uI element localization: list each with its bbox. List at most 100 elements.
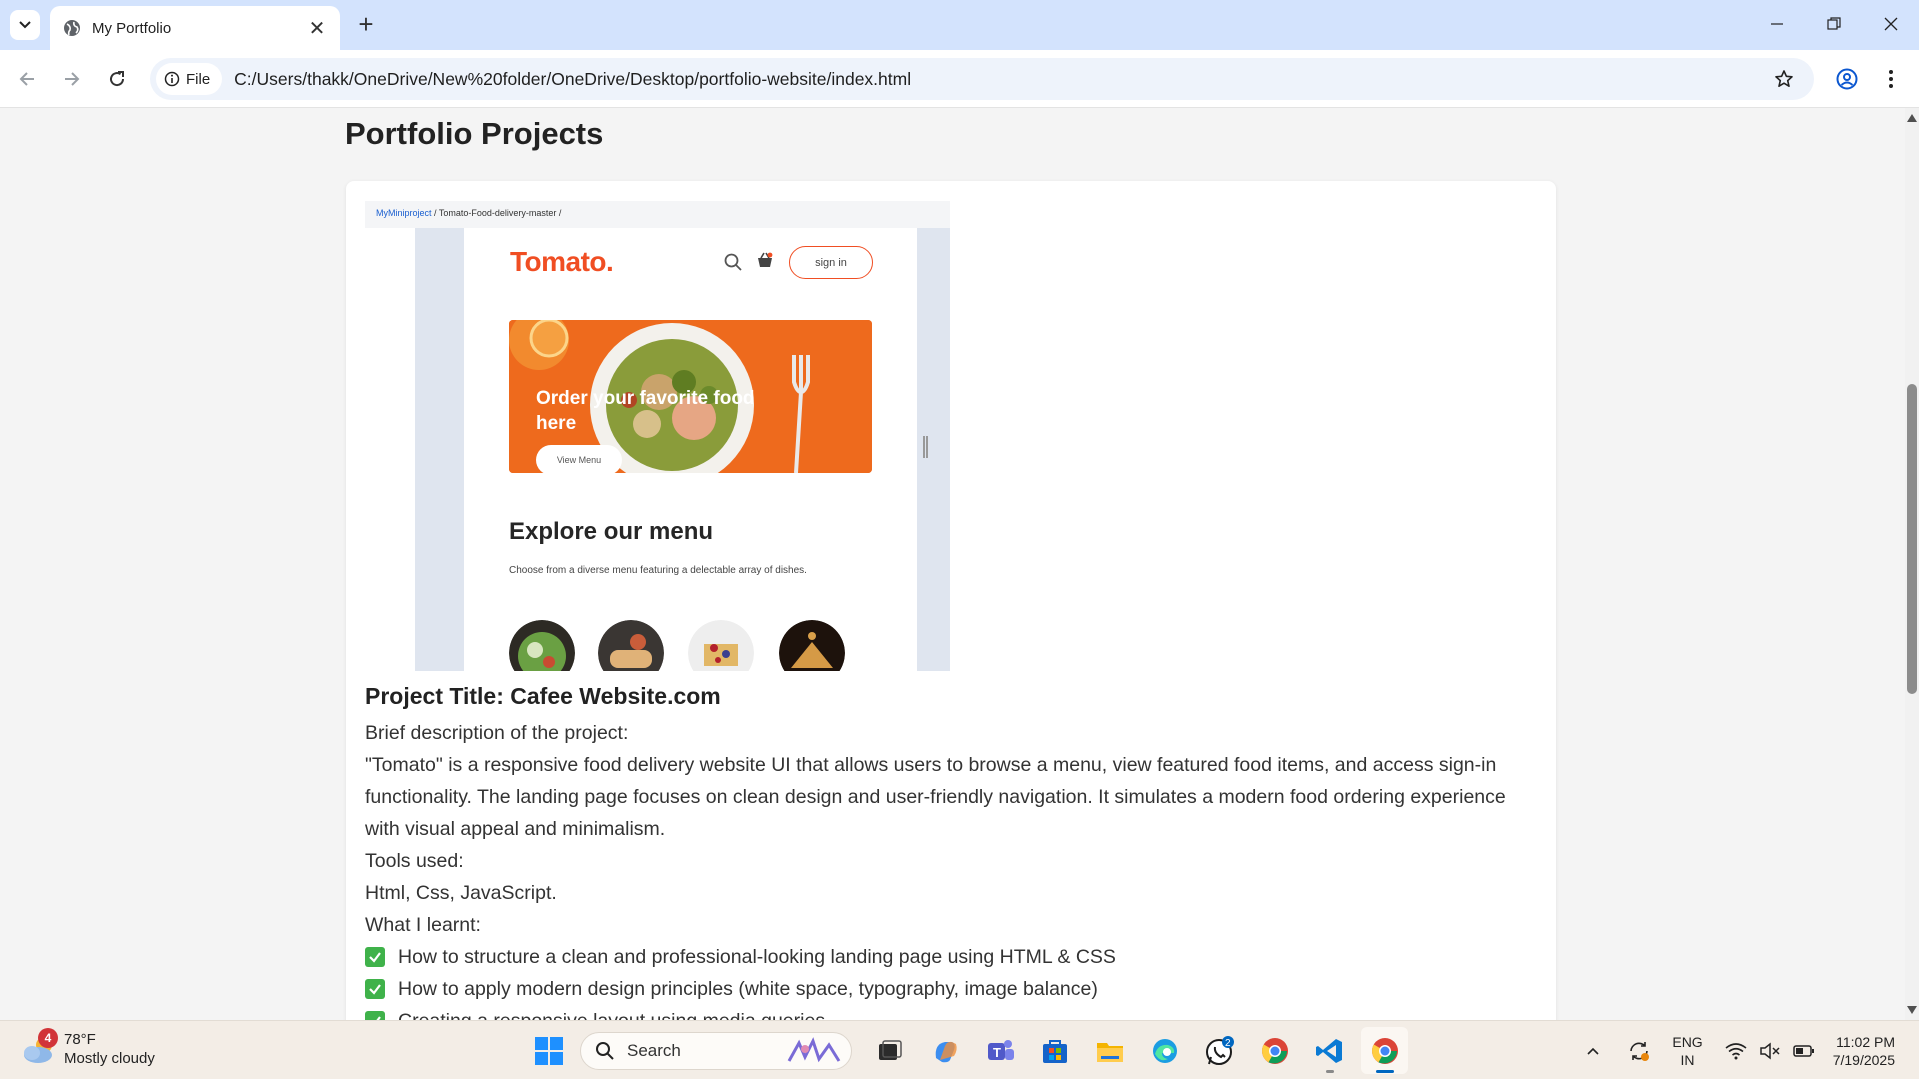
learnt-item: Creating a responsive layout using media… <box>365 1005 1545 1020</box>
rolls-image <box>598 620 664 671</box>
learnt-item-text: Creating a responsive layout using media… <box>398 1005 825 1020</box>
chrome-active-app[interactable] <box>1361 1027 1408 1074</box>
screenshot-page: Tomato. sign in Order your favorite food… <box>464 228 917 671</box>
breadcrumb-separator: / <box>431 208 439 218</box>
reload-icon <box>110 71 125 87</box>
copilot-app[interactable] <box>921 1027 968 1074</box>
temperature: 78°F <box>64 1031 96 1048</box>
restore-button[interactable] <box>1805 0 1862 48</box>
battery-icon <box>1792 1044 1814 1057</box>
whatsapp-badge: 2 <box>1225 1038 1231 1049</box>
task-view-button[interactable] <box>866 1027 913 1074</box>
teams-app[interactable]: T <box>976 1027 1023 1074</box>
reload-button[interactable] <box>101 63 133 95</box>
more-vertical-icon <box>1889 70 1893 88</box>
search-placeholder: Search <box>627 1040 681 1060</box>
clock[interactable]: 11:02 PM 7/19/2025 <box>1833 1033 1895 1069</box>
breadcrumb-folder: Tomato-Food-delivery-master <box>438 208 557 218</box>
cloudy-weather-icon: 4 <box>20 1028 60 1069</box>
project-details: Brief description of the project: "Tomat… <box>365 717 1545 1020</box>
arrow-right-icon <box>65 72 80 86</box>
scroll-up-arrow-icon[interactable] <box>1907 114 1917 122</box>
url-text[interactable]: C:/Users/thakk/OneDrive/New%20folder/One… <box>234 69 1770 90</box>
dessert-image <box>688 620 754 671</box>
scrollbar-thumb[interactable] <box>1907 384 1917 694</box>
windows-taskbar: 4 78°F Mostly cloudy Search T 2 ENG IN 1… <box>0 1020 1919 1079</box>
explore-title: Explore our menu <box>509 518 714 545</box>
browser-toolbar: File C:/Users/thakk/OneDrive/New%20folde… <box>0 50 1919 108</box>
volume-button[interactable] <box>1755 1036 1785 1066</box>
language-region: IN <box>1680 1051 1695 1068</box>
learnt-item: How to structure a clean and professiona… <box>365 941 1545 973</box>
close-window-button[interactable] <box>1862 0 1919 48</box>
whatsapp-app[interactable]: 2 <box>1196 1027 1243 1074</box>
app-active-indicator <box>1376 1070 1394 1073</box>
taskbar-search[interactable]: Search <box>580 1031 852 1070</box>
profile-button[interactable] <box>1832 64 1862 94</box>
wifi-icon <box>1725 1042 1747 1059</box>
close-icon <box>1884 17 1897 31</box>
sandwich-image <box>779 620 845 671</box>
site-chip-label: File <box>186 70 211 88</box>
close-tab-icon[interactable]: ✕ <box>306 17 328 40</box>
vscode-app[interactable] <box>1306 1027 1353 1074</box>
back-button[interactable] <box>11 63 43 95</box>
resize-grip <box>923 436 928 458</box>
screenshot-side-panel <box>917 228 950 671</box>
window-controls <box>1748 0 1919 48</box>
tomato-logo: Tomato. <box>510 246 614 277</box>
page-viewport: Portfolio Projects MyMiniproject / Tomat… <box>0 108 1905 1020</box>
screenshot-side-panel <box>365 228 415 671</box>
svg-text:T: T <box>993 1045 1001 1060</box>
signin-button: sign in <box>789 246 873 279</box>
tab-title: My Portfolio <box>92 19 172 37</box>
tab-search-button[interactable] <box>10 10 40 40</box>
project-screenshot: MyMiniproject / Tomato-Food-delivery-mas… <box>365 201 950 671</box>
learnt-label: What I learnt: <box>365 914 481 936</box>
language-code: ENG <box>1672 1033 1703 1050</box>
file-explorer-app[interactable] <box>1086 1027 1133 1074</box>
windows-logo-icon <box>534 1036 563 1065</box>
scroll-down-arrow-icon[interactable] <box>1907 1006 1917 1014</box>
breadcrumb-link: MyMiniproject <box>376 208 432 218</box>
learnt-item-text: How to apply modern design principles (w… <box>398 978 1098 1000</box>
forward-button[interactable] <box>56 63 88 95</box>
sync-status-button[interactable] <box>1624 1036 1654 1066</box>
site-info-chip[interactable]: File <box>156 63 223 95</box>
section-title: Portfolio Projects <box>345 116 604 151</box>
new-tab-button[interactable]: + <box>352 9 380 39</box>
edge-icon <box>1152 1038 1177 1063</box>
battery-button[interactable] <box>1789 1036 1819 1066</box>
bookmark-button[interactable] <box>1770 65 1798 93</box>
weather-widget[interactable]: 4 78°F Mostly cloudy <box>20 1028 155 1069</box>
learnt-item: How to apply modern design principles (w… <box>365 973 1545 1005</box>
minimize-button[interactable] <box>1748 0 1805 48</box>
edge-app[interactable] <box>1141 1027 1188 1074</box>
browser-menu-button[interactable] <box>1876 64 1906 94</box>
tools-used: Html, Css, JavaScript. <box>365 882 557 904</box>
project-card: MyMiniproject / Tomato-Food-delivery-mas… <box>346 181 1556 1020</box>
breadcrumb-separator: / <box>556 208 562 218</box>
start-button[interactable] <box>525 1027 572 1074</box>
check-mark-icon <box>365 979 385 999</box>
screenshot-breadcrumb: MyMiniproject / Tomato-Food-delivery-mas… <box>365 201 950 228</box>
network-button[interactable] <box>1721 1036 1751 1066</box>
salad-image <box>509 620 575 671</box>
weather-alert-badge: 4 <box>38 1028 58 1048</box>
chrome-icon <box>1371 1037 1398 1064</box>
store-app[interactable] <box>1031 1027 1078 1074</box>
tab-my-portfolio[interactable]: My Portfolio ✕ <box>50 6 340 50</box>
chevron-down-icon <box>19 21 31 29</box>
address-bar[interactable]: File C:/Users/thakk/OneDrive/New%20folde… <box>150 58 1814 100</box>
language-indicator[interactable]: ENG IN <box>1672 1033 1702 1069</box>
project-description: "Tomato" is a responsive food delivery w… <box>365 754 1506 840</box>
show-hidden-icons-button[interactable] <box>1578 1036 1608 1066</box>
sync-icon <box>1630 1041 1650 1061</box>
page-scrollbar[interactable] <box>1905 108 1919 1020</box>
dish-image <box>598 620 664 671</box>
teams-icon: T <box>987 1039 1014 1060</box>
minimize-icon <box>1770 23 1783 25</box>
basket-icon <box>758 252 773 267</box>
chrome-app[interactable] <box>1251 1027 1298 1074</box>
whatsapp-icon: 2 <box>1205 1035 1234 1065</box>
